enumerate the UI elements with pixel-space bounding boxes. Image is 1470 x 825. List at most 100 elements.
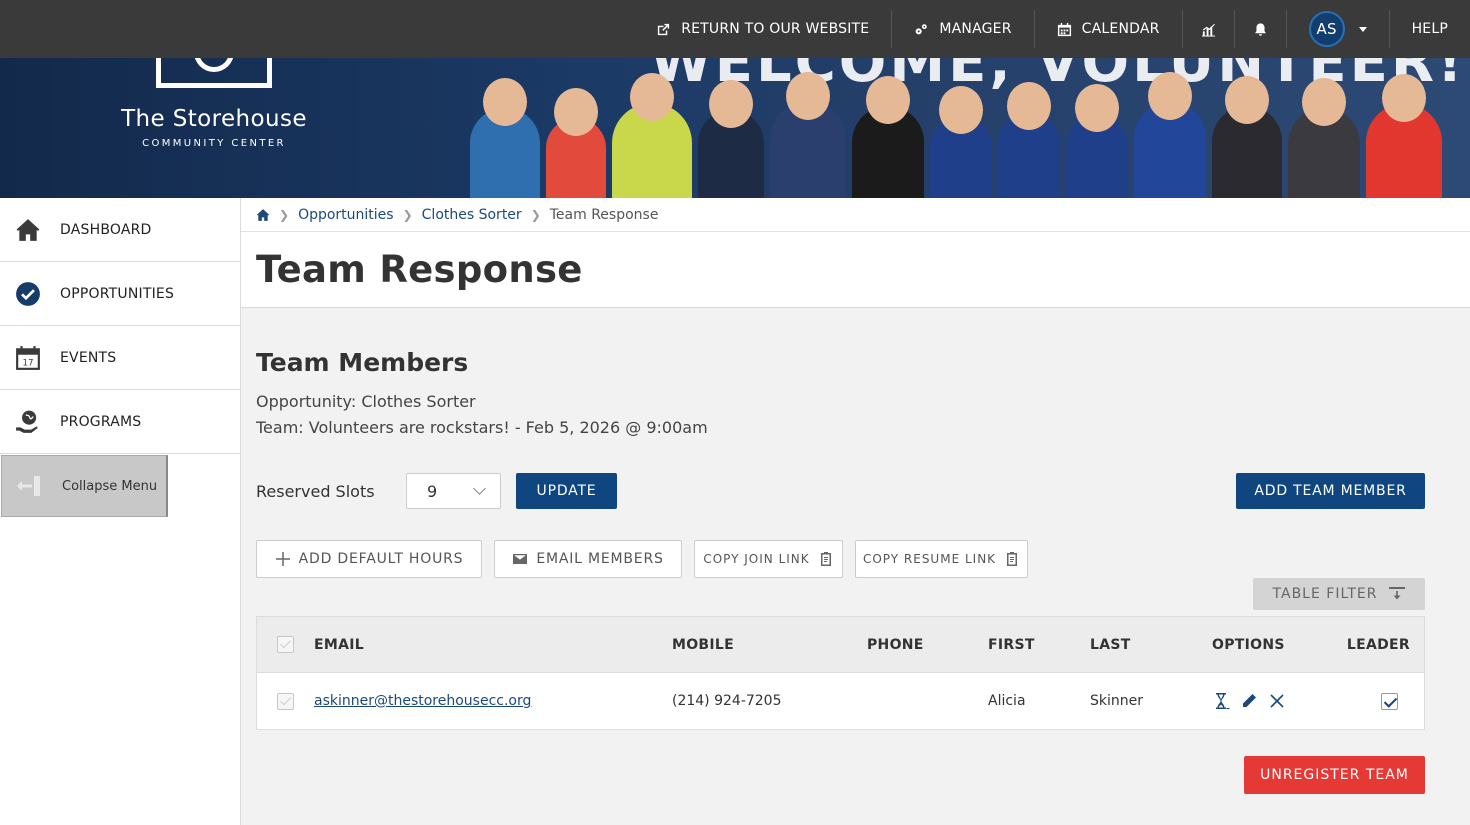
add-team-member-button[interactable]: ADD TEAM MEMBER	[1236, 473, 1425, 509]
column-header-phone[interactable]: PHONE	[867, 637, 988, 653]
chart-icon	[1201, 23, 1215, 37]
reserved-slots-row: Reserved Slots 9 UPDATE ADD TEAM MEMBER	[256, 473, 1425, 509]
update-button[interactable]: UPDATE	[516, 473, 617, 509]
column-header-email[interactable]: EMAIL	[314, 637, 672, 653]
sidebar-item-label: OPPORTUNITIES	[60, 285, 175, 302]
home-icon[interactable]	[256, 208, 270, 222]
close-icon[interactable]	[1268, 692, 1286, 710]
manager-link[interactable]: MANAGER	[892, 10, 1035, 48]
filter-icon	[1389, 587, 1406, 600]
external-link-icon	[658, 23, 670, 35]
column-header-last[interactable]: LAST	[1090, 637, 1212, 653]
clipboard-icon	[820, 552, 831, 566]
plus-icon	[275, 552, 290, 566]
page-title: Team Response	[256, 248, 583, 291]
breadcrumb-current: Team Response	[549, 206, 659, 223]
title-bar: Team Response	[241, 232, 1470, 308]
calendar-17-icon: 17	[14, 344, 42, 372]
unregister-team-button[interactable]: UNREGISTER TEAM	[1244, 756, 1425, 794]
collapse-menu-button[interactable]: Collapse Menu	[1, 455, 168, 517]
brand-logo: The Storehouse COMMUNITY CENTER	[98, 106, 330, 149]
welcome-banner: The Storehouse COMMUNITY CENTER WELCOME,…	[0, 58, 1470, 198]
manager-label: MANAGER	[939, 21, 1012, 37]
chevron-right-icon: ❯	[279, 207, 290, 222]
leader-checkbox[interactable]	[1381, 692, 1398, 710]
chevron-right-icon: ❯	[402, 207, 413, 222]
select-all-checkbox[interactable]	[277, 636, 294, 653]
sidebar-item-label: DASHBOARD	[60, 221, 152, 238]
reserved-slots-value: 9	[427, 481, 438, 501]
collapse-menu-label: Collapse Menu	[62, 478, 158, 494]
member-mobile: (214) 924-7205	[672, 693, 782, 709]
add-default-hours-button[interactable]: ADD DEFAULT HOURS	[256, 540, 482, 578]
user-menu[interactable]: AS	[1287, 10, 1390, 48]
sidebar-item-label: EVENTS	[60, 349, 117, 366]
globe-hand-icon	[14, 408, 42, 436]
table-row: askinner@thestorehousecc.org (214) 924-7…	[257, 673, 1424, 729]
sidebar-item-events[interactable]: 17 EVENTS	[0, 326, 240, 390]
column-header-first[interactable]: FIRST	[988, 637, 1090, 653]
breadcrumb-opportunities[interactable]: Opportunities	[298, 207, 394, 223]
sidebar-item-programs[interactable]: PROGRAMS	[0, 390, 240, 454]
section-title: Team Members	[256, 348, 469, 377]
add-default-hours-label: ADD DEFAULT HOURS	[298, 551, 464, 567]
gears-icon	[916, 23, 928, 34]
breadcrumb-clothes-sorter[interactable]: Clothes Sorter	[422, 207, 522, 223]
opportunity-line: Opportunity: Clothes Sorter	[256, 392, 476, 411]
help-label: HELP	[1411, 21, 1448, 37]
column-header-mobile[interactable]: MOBILE	[672, 637, 867, 653]
brand-subtitle: COMMUNITY CENTER	[142, 138, 286, 149]
return-to-website-link[interactable]: RETURN TO OUR WEBSITE	[634, 10, 893, 48]
member-email-link[interactable]: askinner@thestorehousecc.org	[314, 693, 531, 709]
column-header-options: OPTIONS	[1212, 636, 1285, 653]
table-filter-button[interactable]: TABLE FILTER	[1253, 578, 1425, 610]
breadcrumb: ❯ Opportunities ❯ Clothes Sorter ❯ Team …	[241, 198, 1470, 232]
clipboard-icon	[1007, 552, 1018, 566]
copy-join-link-button[interactable]: COPY JOIN LINK	[694, 540, 843, 578]
team-info: Opportunity: Clothes Sorter Team: Volunt…	[256, 389, 1425, 441]
member-last-name: Skinner	[1090, 693, 1143, 709]
team-line: Team: Volunteers are rockstars! - Feb 5,…	[256, 418, 708, 437]
member-first-name: Alicia	[988, 693, 1026, 709]
table-filter-label: TABLE FILTER	[1272, 586, 1378, 602]
envelope-icon	[513, 554, 528, 564]
email-members-label: EMAIL MEMBERS	[536, 551, 664, 567]
chevron-down-icon	[473, 482, 486, 495]
collapse-arrow-icon	[17, 476, 40, 496]
calendar-link[interactable]: CALENDAR	[1035, 10, 1183, 48]
help-link[interactable]: HELP	[1390, 10, 1470, 48]
sidebar: DASHBOARD OPPORTUNITIES 17 EVENTS PROGRA…	[0, 198, 241, 825]
team-members-section: Team Members Opportunity: Clothes Sorter…	[241, 348, 1470, 730]
home-icon	[14, 216, 42, 244]
check-circle-icon	[14, 280, 42, 308]
email-members-button[interactable]: EMAIL MEMBERS	[494, 540, 682, 578]
row-select-checkbox[interactable]	[277, 692, 294, 710]
sidebar-item-dashboard[interactable]: DASHBOARD	[0, 198, 240, 262]
sidebar-item-label: PROGRAMS	[60, 413, 142, 430]
table-header: EMAIL MOBILE PHONE FIRST LAST OPTIONS LE…	[257, 617, 1424, 673]
volunteers-photo	[470, 76, 1470, 198]
filter-row: TABLE FILTER	[256, 578, 1425, 610]
reports-button[interactable]	[1183, 10, 1235, 48]
column-header-leader[interactable]: LEADER	[1342, 637, 1424, 653]
svg-text:17: 17	[22, 358, 33, 368]
pencil-icon[interactable]	[1240, 692, 1258, 710]
bell-icon	[1254, 22, 1266, 36]
reserved-slots-label: Reserved Slots	[256, 481, 375, 501]
main-content: ❯ Opportunities ❯ Clothes Sorter ❯ Team …	[241, 198, 1470, 825]
sidebar-item-opportunities[interactable]: OPPORTUNITIES	[0, 262, 240, 326]
top-navigation-bar: RETURN TO OUR WEBSITE MANAGER CALENDAR A…	[0, 0, 1470, 58]
return-to-website-label: RETURN TO OUR WEBSITE	[681, 21, 870, 37]
row-options	[1212, 692, 1342, 710]
hourglass-icon[interactable]	[1212, 692, 1230, 710]
calendar-icon	[1057, 22, 1071, 36]
avatar: AS	[1308, 11, 1345, 47]
copy-resume-link-label: COPY RESUME LINK	[862, 552, 997, 566]
reserved-slots-select[interactable]: 9	[406, 473, 501, 509]
calendar-label: CALENDAR	[1081, 21, 1160, 37]
chevron-right-icon: ❯	[530, 207, 541, 222]
notifications-button[interactable]	[1235, 10, 1287, 48]
brand-name: The Storehouse	[121, 106, 307, 132]
copy-resume-link-button[interactable]: COPY RESUME LINK	[855, 540, 1028, 578]
actions-row: ADD DEFAULT HOURS EMAIL MEMBERS COPY JOI…	[256, 540, 1425, 578]
